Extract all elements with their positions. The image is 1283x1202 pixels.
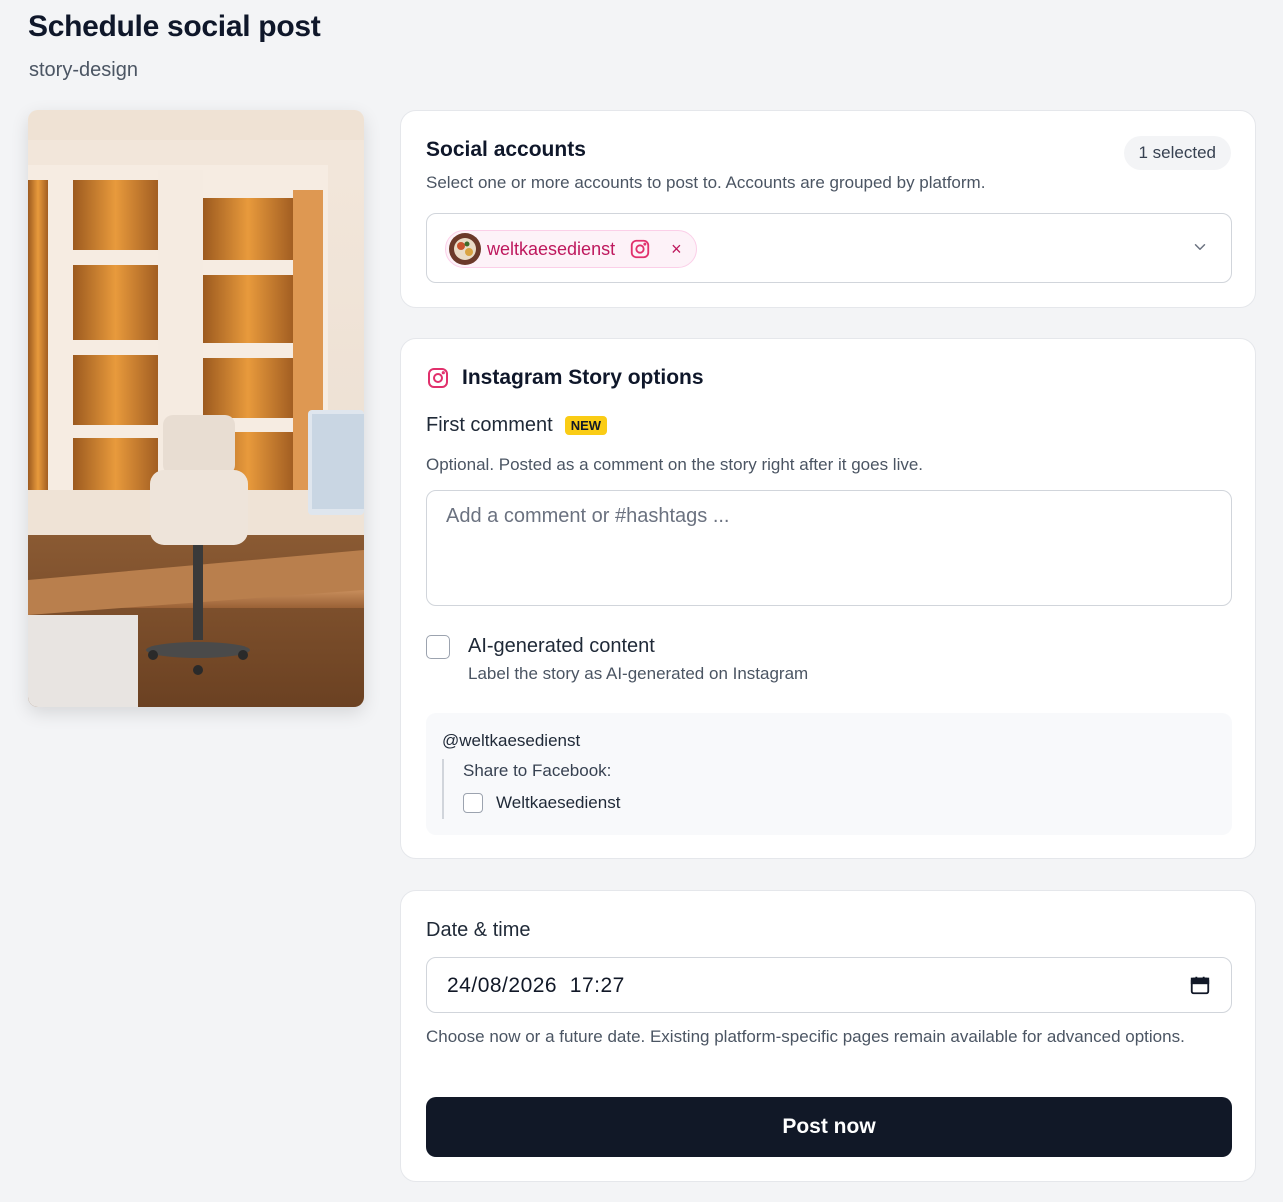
selected-count-badge: 1 selected bbox=[1123, 136, 1231, 170]
instagram-story-options-card: Instagram Story options First comment NE… bbox=[400, 338, 1256, 859]
account-handle: @weltkaesedienst bbox=[442, 731, 581, 750]
first-comment-input[interactable] bbox=[426, 490, 1232, 606]
social-accounts-description: Select one or more accounts to post to. … bbox=[426, 173, 986, 192]
office-interior-photo bbox=[28, 110, 364, 707]
date-time-help: Choose now or a future date. Existing pl… bbox=[426, 1027, 1185, 1046]
remove-account-icon[interactable]: × bbox=[671, 240, 682, 258]
social-accounts-card: Social accounts 1 selected Select one or… bbox=[400, 110, 1256, 308]
facebook-page-checkbox[interactable] bbox=[463, 793, 483, 813]
account-chip-label: weltkaesedienst bbox=[487, 238, 616, 259]
first-comment-help: Optional. Posted as a comment on the sto… bbox=[426, 455, 924, 474]
date-time-value: 24/08/2026 17:27 bbox=[447, 974, 625, 997]
page-subtitle: story-design bbox=[29, 59, 138, 81]
ai-generated-label: AI-generated content bbox=[468, 635, 655, 657]
page-title: Schedule social post bbox=[28, 10, 321, 43]
instagram-options-header: Instagram Story options bbox=[426, 366, 704, 390]
account-select[interactable]: weltkaesedienst × bbox=[426, 213, 1232, 283]
facebook-page-label: Weltkaesedienst bbox=[496, 793, 621, 812]
ai-generated-help: Label the story as AI-generated on Insta… bbox=[468, 664, 809, 683]
date-time-input[interactable]: 24/08/2026 17:27 bbox=[426, 957, 1232, 1013]
chevron-down-icon[interactable] bbox=[1191, 238, 1209, 256]
post-now-button[interactable]: Post now bbox=[426, 1097, 1232, 1157]
social-accounts-heading: Social accounts bbox=[426, 138, 586, 161]
facebook-share-panel: @weltkaesedienst Share to Facebook: Welt… bbox=[426, 713, 1232, 835]
date-time-label: Date & time bbox=[426, 919, 531, 941]
facebook-page-option[interactable]: Weltkaesedienst bbox=[463, 793, 620, 813]
account-chip[interactable]: weltkaesedienst × bbox=[445, 230, 697, 268]
instagram-icon bbox=[629, 238, 651, 260]
facebook-share-group: Share to Facebook: Weltkaesedienst bbox=[442, 759, 620, 819]
calendar-icon[interactable] bbox=[1189, 974, 1211, 996]
account-avatar bbox=[449, 233, 481, 265]
ai-generated-checkbox[interactable] bbox=[426, 635, 450, 659]
story-preview-image bbox=[28, 110, 364, 707]
first-comment-label: First comment bbox=[426, 414, 553, 436]
share-to-facebook-label: Share to Facebook: bbox=[463, 761, 612, 780]
new-badge: NEW bbox=[564, 416, 608, 435]
date-time-card: Date & time 24/08/2026 17:27 Choose now … bbox=[400, 890, 1256, 1182]
instagram-icon bbox=[426, 366, 450, 390]
first-comment-row: First comment NEW bbox=[426, 414, 608, 437]
instagram-options-title: Instagram Story options bbox=[462, 366, 704, 389]
